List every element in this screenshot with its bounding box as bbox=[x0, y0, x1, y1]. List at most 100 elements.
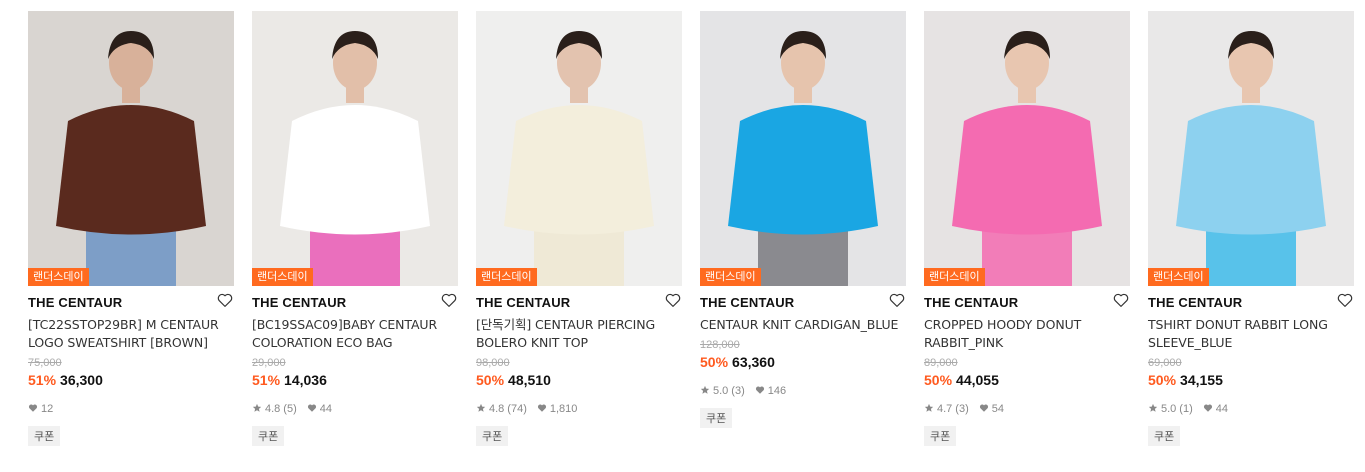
brand-name[interactable]: THE CENTAUR bbox=[252, 295, 346, 310]
wishlist-heart-icon[interactable] bbox=[888, 291, 906, 314]
rating: 4.8 (5) bbox=[252, 403, 297, 416]
star-icon bbox=[476, 403, 486, 416]
rating: 5.0 (1) bbox=[1148, 403, 1193, 416]
coupon-tag: 쿠폰 bbox=[1148, 426, 1181, 446]
discount-rate: 50% bbox=[700, 354, 729, 370]
rating: 4.7 (3) bbox=[924, 403, 969, 416]
price-row: 51% 14,036 bbox=[252, 370, 458, 390]
product-image[interactable]: 랜더스데이 bbox=[700, 11, 906, 286]
brand-name[interactable]: THE CENTAUR bbox=[476, 295, 570, 310]
sale-price: 14,036 bbox=[284, 372, 327, 388]
brand-row: THE CENTAUR bbox=[924, 291, 1130, 313]
likes: 44 bbox=[307, 403, 332, 416]
likes: 44 bbox=[1203, 403, 1228, 416]
wishlist-heart-icon[interactable] bbox=[664, 291, 682, 314]
brand-name[interactable]: THE CENTAUR bbox=[924, 295, 1018, 310]
product-photo-illustration bbox=[924, 11, 1130, 286]
rating-value: 5.0 bbox=[1161, 403, 1177, 415]
like-count: 44 bbox=[319, 403, 332, 415]
discount-rate: 51% bbox=[28, 372, 57, 388]
product-title[interactable]: CENTAUR KNIT CARDIGAN_BLUE bbox=[700, 316, 906, 334]
product-card[interactable]: 랜더스데이 THE CENTAUR [BC19SSAC09]BABY CENTAUR… bbox=[252, 11, 458, 446]
event-badge: 랜더스데이 bbox=[1148, 268, 1209, 286]
brand-row: THE CENTAUR bbox=[476, 291, 682, 313]
coupon-tag: 쿠폰 bbox=[252, 426, 285, 446]
product-title[interactable]: CROPPED HOODY DONUT RABBIT_PINK bbox=[924, 316, 1130, 352]
product-title-line: TSHIRT DONUT RABBIT LONG bbox=[1148, 317, 1328, 332]
brand-name[interactable]: THE CENTAUR bbox=[1148, 295, 1242, 310]
star-icon bbox=[700, 385, 710, 398]
original-price: 98,000 bbox=[476, 357, 510, 369]
like-count: 44 bbox=[1215, 403, 1228, 415]
price-row: 50% 63,360 bbox=[700, 352, 906, 372]
product-title-line: COLORATION ECO BAG bbox=[252, 335, 393, 350]
like-heart-icon bbox=[1203, 403, 1213, 416]
brand-row: THE CENTAUR bbox=[28, 291, 234, 313]
product-title[interactable]: [TC22SSTOP29BR] M CENTAUR LOGO SWEATSHIRT… bbox=[28, 316, 234, 352]
product-image[interactable]: 랜더스데이 bbox=[252, 11, 458, 286]
star-icon bbox=[1148, 403, 1158, 416]
product-card[interactable]: 랜더스데이 THE CENTAUR TSHIRT DONUT RABBIT LONG… bbox=[1148, 11, 1354, 446]
rating-value: 4.8 bbox=[265, 403, 281, 415]
like-heart-icon bbox=[537, 403, 547, 416]
event-badge: 랜더스데이 bbox=[252, 268, 313, 286]
product-card[interactable]: 랜더스데이 THE CENTAUR [TC22SSTOP29BR] M CENTAU… bbox=[28, 11, 234, 446]
product-title[interactable]: TSHIRT DONUT RABBIT LONG SLEEVE_BLUE bbox=[1148, 316, 1354, 352]
discount-rate: 51% bbox=[252, 372, 281, 388]
product-meta: 4.7 (3) 54 bbox=[924, 402, 1130, 416]
coupon-tag: 쿠폰 bbox=[924, 426, 957, 446]
product-image[interactable]: 랜더스데이 bbox=[1148, 11, 1354, 286]
product-photo-illustration bbox=[28, 11, 234, 286]
product-title[interactable]: [단독기획] CENTAUR PIERCING BOLERO KNIT TOP bbox=[476, 316, 682, 352]
brand-name[interactable]: THE CENTAUR bbox=[28, 295, 122, 310]
product-card[interactable]: 랜더스데이 THE CENTAUR CENTAUR KNIT CARDIGAN_BL… bbox=[700, 11, 906, 446]
review-count: (1) bbox=[1179, 403, 1193, 415]
event-badge: 랜더스데이 bbox=[476, 268, 537, 286]
like-heart-icon bbox=[28, 403, 38, 416]
wishlist-heart-icon[interactable] bbox=[440, 291, 458, 314]
review-count: (3) bbox=[731, 385, 745, 397]
like-count: 54 bbox=[991, 403, 1004, 415]
product-title-line: CENTAUR KNIT CARDIGAN_BLUE bbox=[700, 317, 899, 332]
product-grid: 랜더스데이 THE CENTAUR [TC22SSTOP29BR] M CENTAU… bbox=[28, 11, 1354, 446]
brand-name[interactable]: THE CENTAUR bbox=[700, 295, 794, 310]
sale-price: 34,155 bbox=[1180, 372, 1223, 388]
review-count: (3) bbox=[955, 403, 969, 415]
brand-row: THE CENTAUR bbox=[1148, 291, 1354, 313]
product-title-line: [TC22SSTOP29BR] M CENTAUR bbox=[28, 317, 219, 332]
sale-price: 36,300 bbox=[60, 372, 103, 388]
like-count: 1,810 bbox=[549, 403, 578, 415]
product-meta: 5.0 (3) 146 bbox=[700, 384, 906, 398]
product-image[interactable]: 랜더스데이 bbox=[924, 11, 1130, 286]
star-icon bbox=[924, 403, 934, 416]
original-price: 29,000 bbox=[252, 357, 286, 369]
likes: 1,810 bbox=[537, 403, 578, 416]
star-icon bbox=[252, 403, 262, 416]
product-title[interactable]: [BC19SSAC09]BABY CENTAUR COLORATION ECO B… bbox=[252, 316, 458, 352]
review-count: (74) bbox=[507, 403, 527, 415]
wishlist-heart-icon[interactable] bbox=[1112, 291, 1130, 314]
product-meta: 5.0 (1) 44 bbox=[1148, 402, 1354, 416]
price-row: 51% 36,300 bbox=[28, 370, 234, 390]
like-count: 12 bbox=[41, 403, 54, 415]
wishlist-heart-icon[interactable] bbox=[216, 291, 234, 314]
original-price: 69,000 bbox=[1148, 357, 1182, 369]
like-heart-icon bbox=[307, 403, 317, 416]
product-title-line: CROPPED HOODY DONUT bbox=[924, 317, 1082, 332]
product-card[interactable]: 랜더스데이 THE CENTAUR [단독기획] CENTAUR PIERCING B… bbox=[476, 11, 682, 446]
event-badge: 랜더스데이 bbox=[28, 268, 89, 286]
rating-value: 4.7 bbox=[937, 403, 953, 415]
product-title-line: [BC19SSAC09]BABY CENTAUR bbox=[252, 317, 438, 332]
discount-rate: 50% bbox=[1148, 372, 1177, 388]
rating: 5.0 (3) bbox=[700, 385, 745, 398]
product-image[interactable]: 랜더스데이 bbox=[476, 11, 682, 286]
product-title-line: [단독기획] CENTAUR PIERCING bbox=[476, 317, 656, 332]
product-meta: 4.8 (5) 44 bbox=[252, 402, 458, 416]
rating-value: 5.0 bbox=[713, 385, 729, 397]
likes: 54 bbox=[979, 403, 1004, 416]
product-title-line: LOGO SWEATSHIRT [BROWN] bbox=[28, 335, 208, 350]
product-image[interactable]: 랜더스데이 bbox=[28, 11, 234, 286]
wishlist-heart-icon[interactable] bbox=[1336, 291, 1354, 314]
review-count: (5) bbox=[283, 403, 297, 415]
product-card[interactable]: 랜더스데이 THE CENTAUR CROPPED HOODY DONUT RABBI… bbox=[924, 11, 1130, 446]
